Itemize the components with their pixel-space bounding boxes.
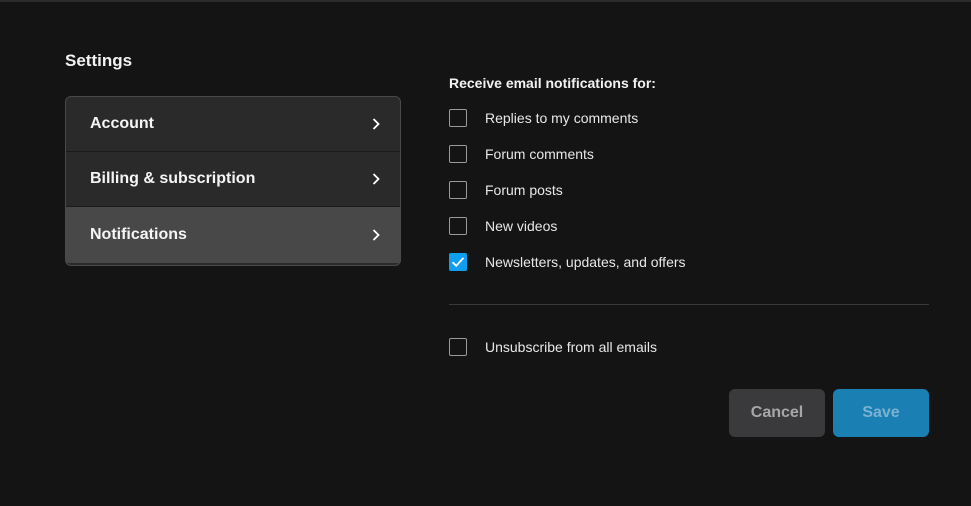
nav-item-notifications[interactable]: Notifications — [66, 207, 400, 263]
option-label: Forum posts — [485, 182, 563, 198]
option-replies-to-my-comments[interactable]: Replies to my comments — [449, 108, 638, 128]
nav-item-account[interactable]: Account — [66, 97, 400, 152]
option-label: Forum comments — [485, 146, 594, 162]
checkbox[interactable] — [449, 181, 467, 199]
save-button[interactable]: Save — [833, 389, 929, 437]
nav-item-label: Account — [90, 115, 154, 132]
top-border — [0, 0, 971, 2]
option-label: Newsletters, updates, and offers — [485, 254, 686, 270]
settings-nav: Account Billing & subscription Notificat… — [65, 96, 401, 266]
cancel-button[interactable]: Cancel — [729, 389, 825, 437]
option-label: Replies to my comments — [485, 110, 639, 126]
checkbox[interactable] — [449, 338, 467, 356]
notifications-heading: Receive email notifications for: — [449, 75, 656, 91]
chevron-right-icon — [372, 173, 380, 185]
option-forum-posts[interactable]: Forum posts — [449, 180, 563, 200]
chevron-right-icon — [372, 118, 380, 130]
nav-item-label: Billing & subscription — [90, 170, 256, 187]
checkmark-icon — [451, 257, 465, 268]
option-unsubscribe-all[interactable]: Unsubscribe from all emails — [449, 337, 657, 357]
chevron-right-icon — [372, 229, 380, 241]
option-forum-comments[interactable]: Forum comments — [449, 144, 594, 164]
checkbox[interactable] — [449, 217, 467, 235]
option-label: New videos — [485, 218, 558, 234]
option-label: Unsubscribe from all emails — [485, 339, 657, 355]
nav-item-billing-subscription[interactable]: Billing & subscription — [66, 152, 400, 207]
checkbox-checked[interactable] — [449, 253, 467, 271]
option-newsletters-updates-offers[interactable]: Newsletters, updates, and offers — [449, 252, 686, 272]
divider — [449, 304, 929, 305]
option-new-videos[interactable]: New videos — [449, 216, 557, 236]
page-title: Settings — [65, 51, 133, 70]
nav-item-label: Notifications — [90, 226, 187, 243]
checkbox[interactable] — [449, 145, 467, 163]
checkbox[interactable] — [449, 109, 467, 127]
